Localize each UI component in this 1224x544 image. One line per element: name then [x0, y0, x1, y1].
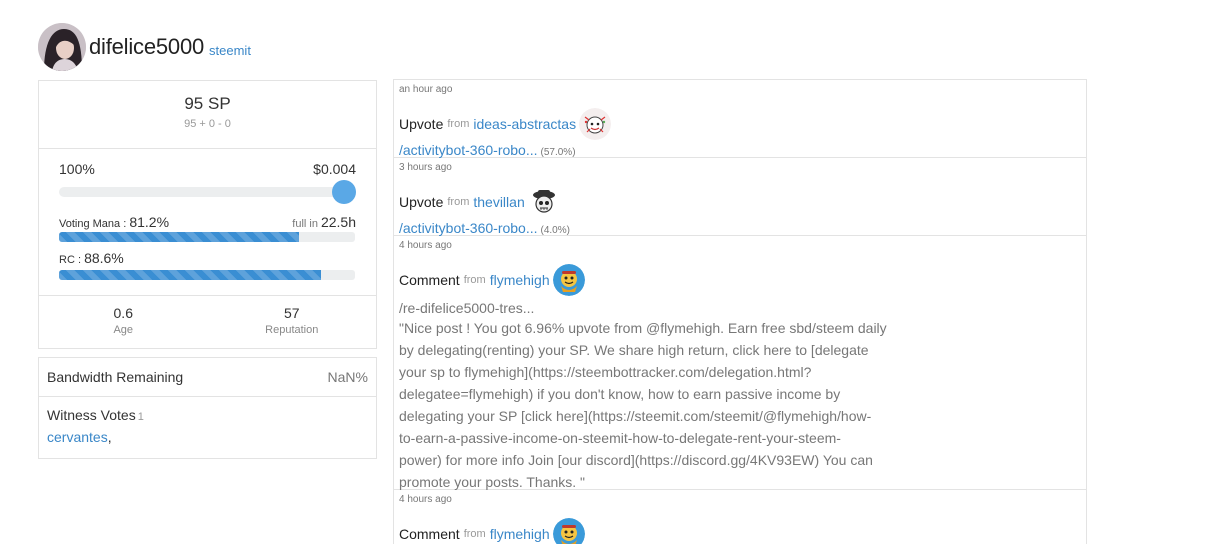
age-stat: 0.6 Age	[39, 296, 208, 348]
actor-avatar-icon[interactable]	[552, 518, 585, 544]
actor-avatar-icon[interactable]	[579, 108, 612, 140]
comment-body-line: delegatee=flymehigh) if you don't know, …	[399, 386, 841, 402]
witness-votes-count: 1	[137, 411, 144, 423]
feed-item-permlink[interactable]: /activitybot-360-robo...	[399, 142, 538, 158]
profile-username: difelice5000	[89, 34, 205, 59]
steem-power-summary: 95 SP 95 + 0 - 0	[39, 81, 376, 149]
comment-body-line: by delegating(renting) your SP. We share…	[399, 342, 869, 358]
feed-item-time: 3 hours ago	[399, 162, 452, 173]
witness-separator: ,	[107, 429, 112, 445]
voting-mana-bar-fill	[59, 232, 300, 242]
witness-votes: Witness Votes 1 cervantes,	[39, 397, 376, 458]
witness-link-cervantes[interactable]: cervantes	[47, 429, 108, 445]
vote-weight-slider[interactable]	[59, 180, 356, 204]
actor-avatar-icon[interactable]	[527, 186, 560, 218]
feed-item-action: Upvote	[399, 194, 444, 210]
voting-mana-label: Voting Mana :	[59, 218, 127, 230]
voting-power-block: 100% $0.004 Voting Mana : 81.2% full in 2…	[39, 149, 376, 296]
feed-item-permlink[interactable]: /re-difelice5000-tres...	[399, 300, 1080, 316]
vote-weight-percent: 100%	[59, 161, 95, 177]
feed-item-action: Comment	[399, 272, 460, 288]
full-in-value: 22.5h	[320, 214, 356, 230]
rc-bar	[59, 270, 355, 280]
feed-item: 4 hours ago Comment from flymehigh /re-d…	[394, 236, 1086, 490]
feed-item-time: 4 hours ago	[399, 240, 452, 251]
feed-item-from: from	[447, 196, 470, 208]
voting-mana-value: 81.2%	[129, 214, 170, 230]
account-power-panel: 95 SP 95 + 0 - 0 100% $0.004 Voting Mana…	[38, 80, 377, 349]
steem-power-value: 95 SP	[184, 94, 231, 113]
bandwidth-label: Bandwidth Remaining	[47, 369, 184, 385]
feed-item-action: Comment	[399, 526, 460, 542]
feed-item-weight: (57.0%)	[540, 147, 576, 158]
steem-power-breakdown: 95 + 0 - 0	[184, 118, 231, 130]
feed-item-weight: (4.0%)	[540, 225, 570, 236]
actor-avatar-icon[interactable]	[552, 264, 585, 296]
rc-bar-fill	[59, 270, 322, 280]
feed-item: 4 hours ago Comment from flymehigh	[394, 490, 1086, 544]
reputation-stat: 57 Reputation	[208, 296, 377, 348]
feed-item: an hour ago Upvote from ideas-abstractas…	[394, 80, 1086, 158]
feed-item-from: from	[447, 118, 470, 130]
comment-body: "Nice post ! You got 6.96% upvote from @…	[399, 317, 909, 495]
steemit-link[interactable]: steemit	[209, 43, 251, 58]
feed-item-from: from	[463, 528, 486, 540]
vote-value: $0.004	[313, 161, 356, 177]
feed-item-time: 4 hours ago	[399, 494, 452, 505]
comment-body-line: power) for more info Join [our discord](…	[399, 452, 873, 468]
age-value: 0.6	[113, 305, 133, 321]
rc-value: 88.6%	[84, 250, 124, 266]
user-avatar[interactable]	[38, 23, 86, 71]
feed-item-actor-link[interactable]: ideas-abstractas	[473, 116, 576, 132]
comment-body-line: to-earn-a-passive-income-on-steemit-how-…	[399, 430, 841, 446]
bandwidth-row: Bandwidth Remaining NaN%	[39, 358, 376, 397]
feed-item-actor-link[interactable]: flymehigh	[490, 272, 550, 288]
age-label: Age	[113, 324, 134, 336]
activity-feed: an hour ago Upvote from ideas-abstractas…	[393, 79, 1087, 544]
feed-item-from: from	[463, 274, 486, 286]
feed-item-actor-link[interactable]: thevillan	[473, 194, 524, 210]
voting-mana: Voting Mana : 81.2%	[59, 214, 169, 230]
voting-mana-bar	[59, 232, 355, 242]
comment-body-line: delegating your SP [click here](https://…	[399, 408, 872, 424]
witness-votes-title: Witness Votes	[47, 407, 136, 423]
reputation-value: 57	[283, 305, 300, 321]
slider-handle[interactable]	[332, 180, 356, 204]
reputation-label: Reputation	[265, 324, 319, 336]
profile-header: difelice5000 steemit	[38, 22, 251, 72]
feed-item: 3 hours ago Upvote from thevillan /activ…	[394, 158, 1086, 236]
comment-body-line: your sp to flymehigh](https://steembottr…	[399, 364, 812, 380]
bandwidth-value: NaN%	[327, 369, 368, 385]
full-in-label: full in	[292, 218, 318, 230]
bandwidth-witness-panel: Bandwidth Remaining NaN% Witness Votes 1 …	[38, 357, 377, 459]
comment-body-line: "Nice post ! You got 6.96% upvote from @…	[399, 320, 887, 336]
feed-item-permlink[interactable]: /activitybot-360-robo...	[399, 220, 538, 236]
feed-item-action: Upvote	[399, 116, 444, 132]
account-stats: 0.6 Age 57 Reputation	[39, 296, 376, 348]
resource-credits: RC : 88.6%	[59, 250, 124, 266]
mana-full-in: full in 22.5h	[292, 214, 356, 230]
feed-item-actor-link[interactable]: flymehigh	[490, 526, 550, 542]
rc-label: RC :	[59, 254, 81, 266]
feed-item-time: an hour ago	[399, 84, 453, 95]
